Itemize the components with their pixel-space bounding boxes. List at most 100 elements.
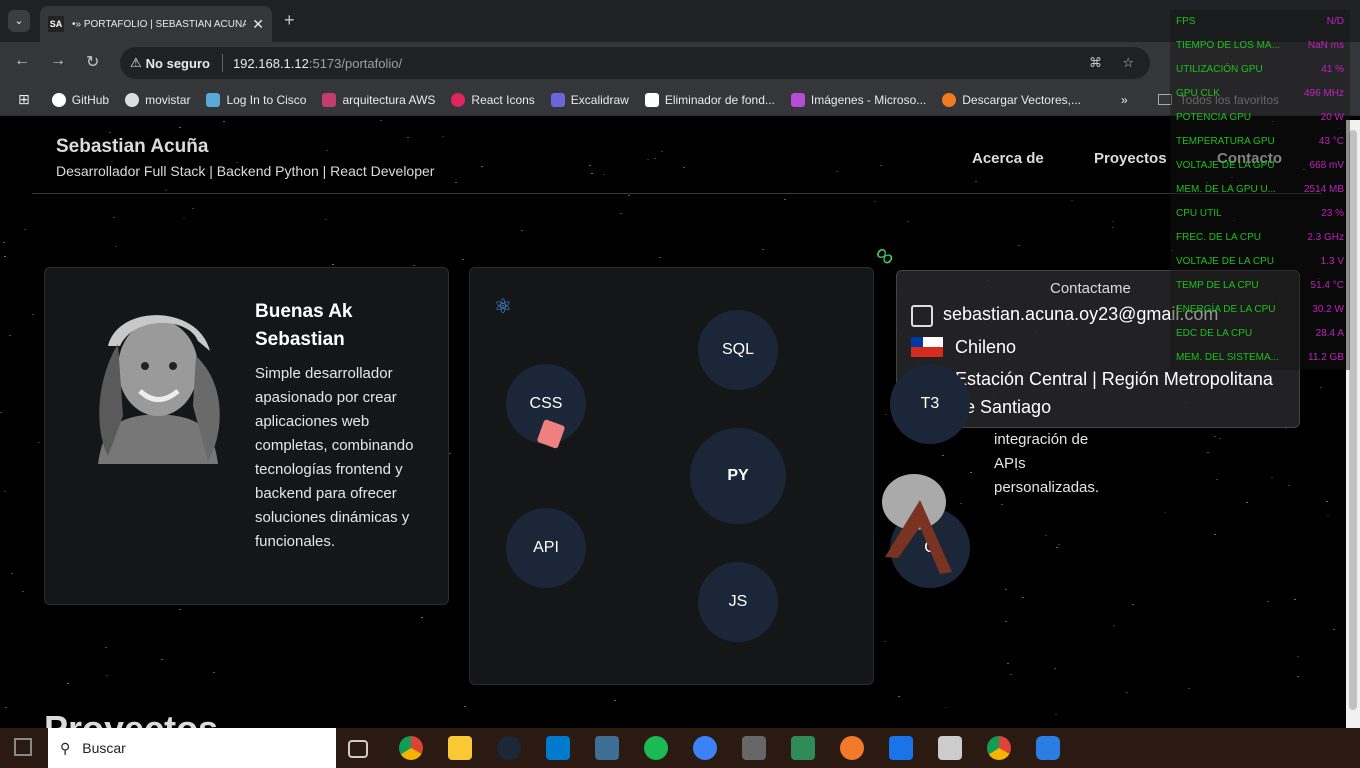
app-icon[interactable] [693,736,717,760]
star-particle [113,217,115,218]
site-tagline: Desarrollador Full Stack | Backend Pytho… [56,163,435,179]
star-particle [1214,534,1216,535]
star-particle [1058,544,1060,545]
tab-portafolio[interactable]: SA •» PORTAFOLIO | SEBASTIAN ACUNA ✕ [40,6,272,42]
star-particle [1112,221,1114,222]
address-bar[interactable]: ⚠ No seguro 192.168.1.12 :5173/portafoli… [120,47,1150,79]
chrome-profile-icon[interactable] [987,736,1011,760]
bookmark-react-icons[interactable]: React Icons [451,92,535,107]
bookmark-github[interactable]: GitHub [51,92,109,107]
globe-icon [125,92,140,107]
star-particle [1285,428,1287,429]
star-particle [165,190,167,191]
divider [221,54,223,72]
security-chip[interactable]: No seguro [146,56,210,71]
star-particle [22,591,24,592]
bookmark-imagenes[interactable]: Imágenes - Microso... [790,92,926,107]
app-green-icon[interactable] [791,736,815,760]
apps-grid-icon[interactable]: ⊞ [18,91,30,108]
hud-value: 43 °C [1318,136,1344,147]
star-particle [1001,504,1003,505]
skill-bubble-py[interactable]: PY [690,428,786,524]
close-icon[interactable]: ✕ [252,16,264,33]
skill-bubble-t3[interactable]: T3 [890,364,970,444]
star-particle [3,242,5,243]
reload-icon[interactable]: ↻ [86,52,99,72]
site-name[interactable]: Sebastian Acuña [56,136,208,158]
task-view-icon[interactable] [348,740,368,758]
tab-title: •» PORTAFOLIO | SEBASTIAN ACUNA [72,18,247,30]
vscode-icon[interactable] [546,736,570,760]
star-particle [683,167,685,168]
bookmark-excalidraw[interactable]: Excalidraw [550,92,629,107]
star-particle [614,700,616,701]
star-particle [332,264,334,265]
mysql-icon[interactable] [595,736,619,760]
star-particle [0,412,2,413]
hud-row: MEM. DEL SISTEMA... 11.2 GB [1176,352,1344,363]
star-particle [1216,479,1218,480]
monday-icon[interactable] [889,736,913,760]
taskbar-search[interactable]: ⚲ Buscar [48,728,336,768]
skill-bubble-js[interactable]: JS [698,562,778,642]
overflow-chevron-icon[interactable]: » [1121,93,1128,107]
greeting: Buenas Ak Sebastian [255,298,353,354]
star-particle [603,174,605,175]
cisco-icon [206,92,221,107]
nav-acerca-de[interactable]: Acerca de [972,150,1044,167]
hud-label: TEMPERATURA GPU [1176,136,1275,147]
skill-bubble-api[interactable]: API [506,508,586,588]
windows-start-icon[interactable] [14,738,32,756]
star-particle [1294,599,1296,600]
webcam-icon[interactable] [1036,736,1060,760]
contact-location-1: Estación Central | Región Metropolitana [955,369,1273,389]
taskbar-search-label: Buscar [82,740,126,756]
star-particle [325,219,327,220]
hud-label: MEM. DEL SISTEMA... [1176,352,1279,363]
star-particle [464,706,466,707]
hud-label: TIEMPO DE LOS MA... [1176,40,1280,51]
tab-search-button[interactable]: ⌄ [8,10,30,32]
bookmark-vectores[interactable]: Descargar Vectores,... [942,92,1081,107]
warning-icon[interactable]: ⚠ [130,55,142,71]
photos-icon[interactable] [938,736,962,760]
forward-arrow-icon[interactable]: → [50,52,66,70]
steam-icon[interactable] [497,736,521,760]
file-explorer-icon[interactable] [448,736,472,760]
star-particle [67,683,69,684]
bookmark-movistar[interactable]: movistar [125,92,190,107]
about-card: Buenas Ak Sebastian Simple desarrollador… [44,267,449,605]
blender-icon[interactable] [840,736,864,760]
portfolio-page: Sebastian Acuña Desarrollador Full Stack… [0,120,1346,728]
scrollbar-thumb[interactable] [1349,130,1357,710]
spotify-icon[interactable] [644,736,668,760]
hud-row: TIEMPO DE LOS MA... NaN ms [1176,40,1344,51]
tab-strip: ⌄ SA •» PORTAFOLIO | SEBASTIAN ACUNA ✕ + [0,0,1360,42]
react-icons-icon [451,92,466,107]
chrome-icon[interactable] [399,736,423,760]
nav-proyectos[interactable]: Proyectos [1094,150,1167,167]
star-particle [1126,692,1128,693]
star-particle [115,246,117,247]
performance-overlay: FPS N/D TIEMPO DE LOS MA... NaN ms UTILIZACI… [1170,10,1350,370]
copy-icon[interactable] [911,305,933,327]
star-particle [213,672,215,673]
network-icon[interactable] [742,736,766,760]
bookmark-aws[interactable]: arquitectura AWS [322,92,435,107]
new-tab-button[interactable]: + [284,10,295,31]
star-icon[interactable]: ☆ [1122,55,1134,71]
back-arrow-icon[interactable]: ← [14,52,30,70]
hud-row: VOLTAJE DE LA GPU 668 mV [1176,160,1344,171]
hud-row: GPU CLK 496 MHz [1176,88,1344,99]
hud-label: FREC. DE LA CPU [1176,232,1262,243]
bookmark-eliminador[interactable]: Eliminador de fond... [644,92,775,107]
star-particle [1297,656,1299,657]
hud-value: 41 % [1321,64,1344,75]
star-particle [836,171,838,172]
bookmark-cisco[interactable]: Log In to Cisco [206,92,306,107]
dna-icon: ∞ [868,237,903,273]
skill-bubble-sql[interactable]: SQL [698,310,778,390]
hud-value: 23 % [1321,208,1344,219]
star-particle [975,181,977,182]
translate-icon[interactable]: ⌘ [1089,55,1102,71]
